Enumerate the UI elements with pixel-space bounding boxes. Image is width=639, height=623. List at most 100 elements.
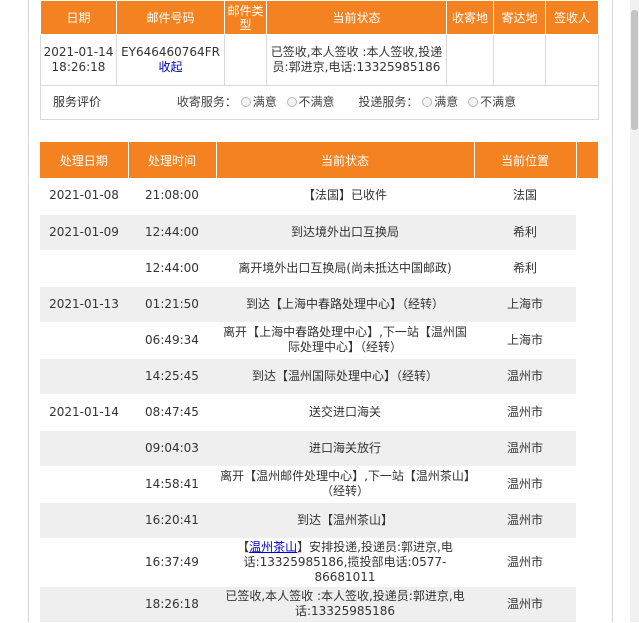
deliver-unsatisfied-radio[interactable]	[468, 97, 479, 107]
row-spacer	[576, 394, 598, 431]
event-date: 2021-01-13	[40, 286, 128, 323]
scrollbar[interactable]	[630, 0, 639, 622]
event-time: 06:49:34	[128, 322, 216, 359]
deliver-unsatisfied-label: 不满意	[480, 95, 517, 109]
header-destination: 寄达地	[493, 0, 546, 35]
event-status: 到达【上海中春路处理中心】（经转）	[216, 286, 474, 323]
receive-satisfied-option[interactable]: 满意	[240, 95, 277, 109]
event-date: 2021-01-09	[40, 214, 128, 251]
receive-unsatisfied-option[interactable]: 不满意	[286, 95, 335, 109]
header-process-time: 处理时间	[128, 142, 217, 178]
header-current-status: 当前状态	[266, 0, 447, 35]
deliver-rating-label: 投递服务：	[358, 95, 419, 109]
event-row: 06:49:34 离开【上海中春路处理中心】,下一站【温州国际处理中心】（经转）上…	[40, 322, 598, 359]
header-date: 日期	[40, 0, 117, 35]
deliver-satisfied-option[interactable]: 满意	[422, 95, 458, 109]
summary-table: 日期 邮件号码 邮件类型 当前状态 收寄地 寄达地 签收人 2021-01-14…	[40, 0, 599, 120]
event-date	[40, 358, 128, 395]
header-tracking-number: 邮件号码	[116, 0, 225, 35]
deliver-satisfied-label: 满意	[434, 95, 459, 109]
rating-label: 服务评价	[53, 95, 102, 109]
summary-date: 2021-01-14 18:26:18	[40, 34, 117, 86]
event-time: 08:47:45	[128, 394, 216, 431]
header-mail-type: 邮件类型	[224, 0, 267, 35]
event-date	[40, 430, 128, 467]
event-date	[40, 502, 128, 539]
event-status: 【温州茶山】安排投递,投递员:郭进京,电话:13325985186,揽投部电话:…	[216, 538, 474, 587]
event-location: 希利	[474, 250, 576, 287]
event-status: 进口海关放行	[216, 430, 474, 467]
header-event-location: 当前位置	[474, 142, 577, 178]
row-spacer	[576, 586, 598, 623]
event-status-prefix: 【	[237, 539, 250, 554]
receive-satisfied-label: 满意	[252, 95, 277, 109]
row-spacer	[576, 358, 598, 395]
event-date	[40, 538, 128, 587]
events-body: 2021-01-08 21:08:00 【法国】已收件 法国 2021-01-09 12:…	[40, 178, 598, 623]
summary-tracking-cell: EY646460764FR 收起	[116, 34, 225, 86]
event-row: 12:44:00 离开境外出口互换局(尚未抵达中国邮政) 希利	[40, 250, 598, 287]
row-spacer	[576, 466, 598, 503]
event-row: 16:37:49 【温州茶山】安排投递,投递员:郭进京,电话:1332598518…	[40, 538, 598, 587]
event-status: 到达【温州国际处理中心】（经转）	[216, 358, 474, 395]
event-time: 16:20:41	[128, 502, 216, 539]
header-signer: 签收人	[545, 0, 599, 35]
event-row: 16:20:41 到达【温州茶山】 温州市	[40, 502, 598, 539]
event-time: 12:44:00	[128, 214, 216, 251]
receive-satisfied-radio[interactable]	[240, 97, 251, 107]
event-location: 温州市	[474, 502, 576, 539]
event-status: 送交进口海关	[216, 394, 474, 431]
event-row: 2021-01-09 12:44:00 到达境外出口互换局 希利	[40, 214, 598, 251]
event-status: 离开【上海中春路处理中心】,下一站【温州国际处理中心】（经转）	[216, 322, 474, 359]
event-location: 温州市	[474, 466, 576, 503]
event-location: 温州市	[474, 586, 576, 623]
event-date	[40, 322, 128, 359]
event-time: 14:25:45	[128, 358, 216, 395]
rating-cell: 服务评价 收寄服务： 满意 不满意 投递服务： 满意 不满意	[40, 85, 599, 120]
event-location: 法国	[474, 178, 576, 215]
events-header-row: 处理日期 处理时间 当前状态 当前位置	[40, 142, 599, 178]
event-time: 09:04:03	[128, 430, 216, 467]
collapse-link[interactable]: 收起	[158, 60, 182, 74]
events-table: 处理日期 处理时间 当前状态 当前位置 2021-01-08 21:08:00 【法…	[40, 142, 599, 623]
station-link[interactable]: 温州茶山	[249, 540, 297, 554]
summary-header-row: 日期 邮件号码 邮件类型 当前状态 收寄地 寄达地 签收人	[40, 0, 599, 35]
receive-rating-group: 收寄服务： 满意 不满意	[177, 95, 335, 110]
scrollbar-thumb[interactable]	[631, 10, 638, 130]
event-status: 离开【温州邮件处理中心】,下一站【温州茶山】（经转）	[216, 466, 474, 503]
event-date	[40, 250, 128, 287]
event-row: 14:25:45 到达【温州国际处理中心】（经转） 温州市	[40, 358, 598, 395]
row-spacer	[576, 214, 598, 251]
event-location: 温州市	[474, 538, 576, 587]
event-location: 希利	[474, 214, 576, 251]
summary-origin	[446, 34, 494, 86]
event-status: 到达境外出口互换局	[216, 214, 474, 251]
row-spacer	[576, 502, 598, 539]
event-location: 上海市	[474, 322, 576, 359]
event-time: 16:37:49	[128, 538, 216, 587]
header-process-date: 处理日期	[40, 142, 129, 178]
event-date	[40, 586, 128, 623]
summary-status: 已签收,本人签收 :本人签收,投递员:郭进京,电话:13325985186	[266, 34, 447, 86]
event-location: 温州市	[474, 394, 576, 431]
event-time: 14:58:41	[128, 466, 216, 503]
deliver-unsatisfied-option[interactable]: 不满意	[468, 95, 516, 109]
receive-unsatisfied-radio[interactable]	[286, 97, 297, 107]
event-time: 18:26:18	[128, 586, 216, 623]
event-date: 2021-01-14	[40, 394, 128, 431]
event-row: 2021-01-13 01:21:50 到达【上海中春路处理中心】（经转） 上海市	[40, 286, 598, 323]
event-time: 12:44:00	[128, 250, 216, 287]
deliver-rating-group: 投递服务： 满意 不满意	[358, 95, 516, 110]
receive-rating-label: 收寄服务：	[176, 95, 237, 109]
header-spacer	[576, 142, 599, 178]
row-spacer	[576, 538, 598, 587]
deliver-satisfied-radio[interactable]	[422, 97, 433, 107]
row-spacer	[576, 322, 598, 359]
tracking-number: EY646460764FR	[121, 45, 220, 59]
row-spacer	[576, 178, 598, 215]
summary-signer	[545, 34, 599, 86]
event-status: 到达【温州茶山】	[216, 502, 474, 539]
event-date	[40, 466, 128, 503]
event-row: 2021-01-14 08:47:45 送交进口海关 温州市	[40, 394, 598, 431]
event-row: 14:58:41 离开【温州邮件处理中心】,下一站【温州茶山】（经转） 温州市	[40, 466, 598, 503]
